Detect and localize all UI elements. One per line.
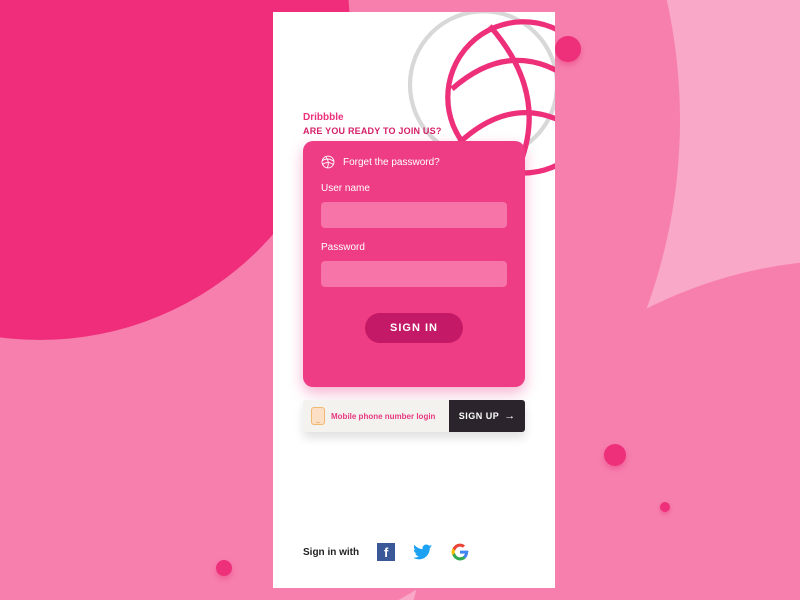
password-input[interactable] [321,261,507,287]
google-icon[interactable] [451,543,469,561]
arrow-right-icon: → [504,411,515,422]
dribbble-icon [321,155,335,169]
sign-in-button[interactable]: SIGN IN [365,313,463,343]
mobile-login-label: Mobile phone number login [331,412,435,421]
brand-name: Dribbble [303,112,442,123]
brand-block: Dribbble ARE YOU READY TO JOIN US? [303,112,442,136]
sign-up-button[interactable]: SIGN UP → [449,400,525,432]
username-label: User name [321,183,507,194]
facebook-icon[interactable]: f [377,543,395,561]
mobile-login-button[interactable]: Mobile phone number login [303,400,449,432]
social-prompt: Sign in with [303,547,359,558]
forgot-password-link[interactable]: Forget the password? [343,157,440,168]
social-row: Sign in with f [303,542,469,562]
login-card: Forget the password? User name Password … [303,141,525,387]
password-label: Password [321,242,507,253]
secondary-bar: Mobile phone number login SIGN UP → [303,400,525,432]
phone-frame: Dribbble ARE YOU READY TO JOIN US? Forge… [273,12,555,588]
brand-tagline: ARE YOU READY TO JOIN US? [303,126,442,136]
twitter-icon[interactable] [413,542,433,562]
username-input[interactable] [321,202,507,228]
mobile-phone-icon [311,407,325,425]
sign-up-label: SIGN UP [459,411,500,421]
